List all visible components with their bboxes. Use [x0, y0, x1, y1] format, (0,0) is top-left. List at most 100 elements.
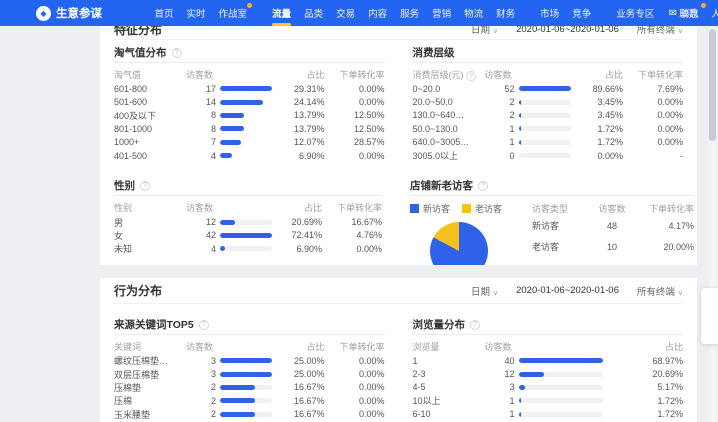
cell-value: 1: [485, 137, 515, 147]
nav-item-人群管理[interactable]: 人群管理: [711, 0, 718, 26]
bar-track: [220, 153, 272, 158]
cell-value-bar: 52: [485, 84, 574, 94]
section-feature-distribution: 特征分布 日期∨ 2020-01-06~2020-01-06 所有终端∨ 淘气值…: [100, 26, 697, 265]
card-title: 浏览量分布?: [413, 315, 684, 335]
bar: [519, 385, 525, 390]
help-icon[interactable]: ?: [199, 320, 209, 330]
column-header: 下单转化率: [634, 202, 694, 215]
help-icon[interactable]: ?: [172, 48, 182, 58]
terminal-select[interactable]: 所有终端∨: [637, 284, 683, 298]
bar-track: [519, 385, 603, 390]
notification-badge-dot: [701, 3, 706, 8]
help-icon[interactable]: ?: [478, 181, 488, 191]
nav-item-流量[interactable]: 流量: [272, 0, 291, 26]
cell-value: 2: [186, 396, 216, 406]
table-row: 50.0~130.011.72%0.00%: [413, 122, 684, 135]
feature-cards-row-2: 性别?性别访客数占比下单转化率男1220.69%16.67%女4272.41%4…: [114, 176, 683, 265]
nav-item-物流[interactable]: 物流: [464, 0, 483, 26]
bar-track: [220, 246, 272, 251]
cell: 4.17%: [634, 221, 694, 231]
cell: 女: [114, 229, 186, 242]
column-header: 访客数: [590, 202, 634, 215]
cell: 螺纹压棉垫…: [114, 354, 186, 367]
cell: 25.00%: [275, 369, 325, 379]
nav-item-财务[interactable]: 财务: [496, 0, 515, 26]
scrollbar-thumb[interactable]: [709, 29, 716, 141]
chevron-down-icon: ∨: [678, 28, 683, 35]
column-header: 淘气值: [114, 68, 186, 81]
section-behavior-distribution: 行为分布 日期∨ 2020-01-06~2020-01-06 所有终端∨ 来源关…: [100, 278, 697, 422]
column-header: 浏览量: [413, 340, 485, 353]
nav-item-交易[interactable]: 交易: [336, 0, 355, 26]
column-header: 占比: [573, 68, 623, 81]
legend-swatch-icon: [410, 204, 419, 213]
table-row: 10以上11.72%: [413, 394, 684, 407]
table-header-row: 浏览量访客数占比: [413, 339, 684, 354]
bar: [220, 246, 225, 251]
cell: 1: [413, 356, 485, 366]
table-row: 801-1000813.79%12.50%: [114, 122, 385, 135]
column-header: 性别: [114, 201, 186, 214]
card-title: 淘气值分布?: [114, 43, 385, 63]
bar-track: [220, 126, 272, 131]
cell-value: 0: [485, 151, 515, 161]
date-type-select[interactable]: 日期∨: [471, 284, 498, 298]
cell-value-bar: 3: [485, 382, 622, 392]
feedback-widget[interactable]: [701, 288, 718, 344]
help-icon[interactable]: ?: [140, 181, 150, 191]
pie-legend: 新访客老访客: [410, 201, 532, 215]
nav-item-作战室[interactable]: 作战室: [219, 0, 248, 26]
nav-right: ✉ 消息: [669, 0, 704, 26]
pie-table: 访客类型访客数占比下单转化率新访客4882.76%4.17%老访客1017.24…: [532, 201, 694, 265]
date-type-select[interactable]: 日期∨: [471, 26, 498, 36]
date-range-picker[interactable]: 2020-01-06~2020-01-06: [516, 285, 619, 296]
cell-value: 40: [485, 356, 515, 366]
nav-item-messages[interactable]: 消息: [680, 0, 704, 26]
cell: 601-800: [114, 84, 186, 94]
terminal-label: 所有终端: [637, 287, 675, 298]
nav-item-实时[interactable]: 实时: [187, 0, 206, 26]
help-icon[interactable]: ?: [470, 320, 480, 330]
chevron-down-icon: ∨: [493, 28, 498, 35]
cell-value-bar: 1: [485, 409, 622, 419]
cell: 玉米腰垫: [114, 408, 186, 421]
table-row: 女4272.41%4.76%: [114, 229, 382, 242]
table-row: 老访客1017.24%20.00%: [532, 236, 694, 257]
brand[interactable]: ◆ 生意参谋: [36, 5, 102, 21]
cell: 1000+: [114, 137, 186, 147]
nav-item-竞争[interactable]: 竞争: [572, 0, 591, 26]
nav-item-品类[interactable]: 品类: [304, 0, 323, 26]
nav-item-业务专区[interactable]: 业务专区: [616, 0, 654, 26]
cell: 401-500: [114, 151, 186, 161]
bar: [220, 86, 272, 91]
nav-item-内容[interactable]: 内容: [368, 0, 387, 26]
bar: [220, 233, 272, 238]
card-title: 性别?: [114, 176, 382, 196]
table-row: 0~20.05289.66%7.69%: [413, 82, 684, 95]
cell: 1.72%: [573, 137, 623, 147]
legend-item[interactable]: 老访客: [462, 202, 502, 215]
nav-item-label: 竞争: [572, 6, 591, 20]
terminal-select[interactable]: 所有终端∨: [637, 26, 683, 36]
cell-value-bar: 3: [186, 356, 275, 366]
nav-item-首页[interactable]: 首页: [155, 0, 174, 26]
bar-track: [220, 398, 272, 403]
nav-item-市场[interactable]: 市场: [540, 0, 559, 26]
nav-item-营销[interactable]: 营销: [432, 0, 451, 26]
card-pageview-distribution: 浏览量分布?浏览量访客数占比14068.97%2-31220.69%4-535.…: [413, 315, 684, 421]
help-icon[interactable]: ?: [466, 71, 476, 81]
column-header: 访客数: [186, 340, 275, 353]
bar-track: [519, 126, 571, 131]
cell-value: 2: [186, 382, 216, 392]
notification-badge-dot: [247, 3, 252, 8]
mail-icon: ✉: [669, 8, 677, 19]
cell: 20.0~50.0: [413, 97, 485, 107]
column-header: 占比: [621, 340, 683, 353]
bar-track: [220, 220, 272, 225]
card-title-text: 淘气值分布: [114, 45, 167, 60]
nav-item-服务[interactable]: 服务: [400, 0, 419, 26]
cell: 72.41%: [272, 230, 322, 240]
legend-item[interactable]: 新访客: [410, 202, 450, 215]
date-range-picker[interactable]: 2020-01-06~2020-01-06: [516, 26, 619, 35]
column-header: 下单转化率: [623, 68, 683, 81]
